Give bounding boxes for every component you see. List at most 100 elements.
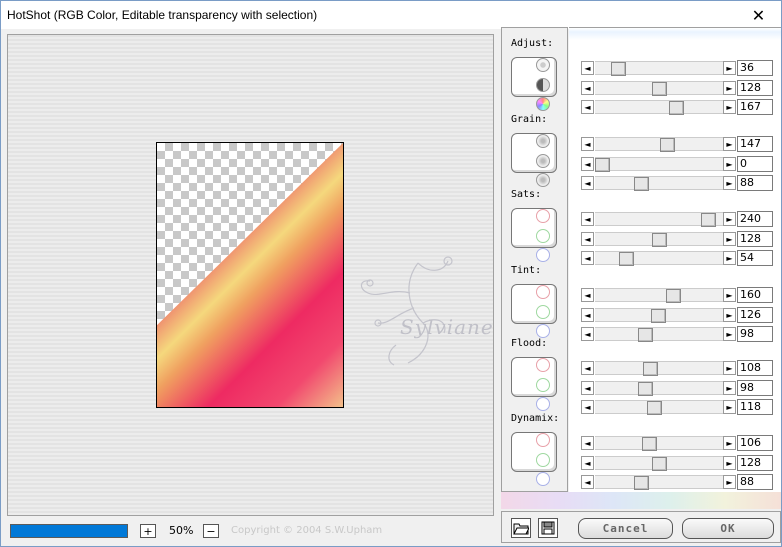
slider-thumb[interactable] <box>638 382 653 396</box>
slider-thumb[interactable] <box>666 289 681 303</box>
slider-value-field[interactable]: 147 <box>737 136 773 152</box>
slider-thumb[interactable] <box>619 252 634 266</box>
grain-icon[interactable] <box>536 173 550 187</box>
slider-value-field[interactable]: 88 <box>737 175 773 191</box>
grain-icon[interactable] <box>536 134 550 148</box>
increment-arrow-icon[interactable]: ► <box>723 251 736 265</box>
slider-value-field[interactable]: 160 <box>737 287 773 303</box>
slider-value-field[interactable]: 128 <box>737 80 773 96</box>
slider-value-field[interactable]: 54 <box>737 250 773 266</box>
decrement-arrow-icon[interactable]: ◄ <box>581 81 594 95</box>
slider-track[interactable] <box>595 456 723 471</box>
slider-track[interactable] <box>595 212 723 227</box>
slider-value-field[interactable]: 240 <box>737 211 773 227</box>
increment-arrow-icon[interactable]: ► <box>723 176 736 190</box>
slider-thumb[interactable] <box>643 362 658 376</box>
increment-arrow-icon[interactable]: ► <box>723 157 736 171</box>
slider-thumb[interactable] <box>634 476 649 490</box>
red-dot-icon[interactable] <box>536 433 550 447</box>
slider-value-field[interactable]: 36 <box>737 60 773 76</box>
slider-track[interactable] <box>595 157 723 172</box>
decrement-arrow-icon[interactable]: ◄ <box>581 400 594 414</box>
increment-arrow-icon[interactable]: ► <box>723 456 736 470</box>
open-folder-button[interactable] <box>511 518 531 538</box>
blue-dot-icon[interactable] <box>536 472 550 486</box>
decrement-arrow-icon[interactable]: ◄ <box>581 176 594 190</box>
decrement-arrow-icon[interactable]: ◄ <box>581 251 594 265</box>
slider-value-field[interactable]: 126 <box>737 307 773 323</box>
increment-arrow-icon[interactable]: ► <box>723 436 736 450</box>
slider-thumb[interactable] <box>701 213 716 227</box>
decrement-arrow-icon[interactable]: ◄ <box>581 436 594 450</box>
increment-arrow-icon[interactable]: ► <box>723 308 736 322</box>
group-reset-pad[interactable] <box>511 432 557 472</box>
save-button[interactable] <box>538 518 558 538</box>
ok-button[interactable]: OK <box>682 518 774 539</box>
slider-value-field[interactable]: 108 <box>737 360 773 376</box>
group-reset-pad[interactable] <box>511 208 557 248</box>
decrement-arrow-icon[interactable]: ◄ <box>581 381 594 395</box>
slider-track[interactable] <box>595 436 723 451</box>
slider-track[interactable] <box>595 361 723 376</box>
increment-arrow-icon[interactable]: ► <box>723 212 736 226</box>
grain-icon[interactable] <box>536 154 550 168</box>
slider-value-field[interactable]: 88 <box>737 474 773 490</box>
slider-track[interactable] <box>595 137 723 152</box>
blue-dot-icon[interactable] <box>536 248 550 262</box>
blue-dot-icon[interactable] <box>536 324 550 338</box>
decrement-arrow-icon[interactable]: ◄ <box>581 288 594 302</box>
slider-thumb[interactable] <box>638 328 653 342</box>
slider-value-field[interactable]: 167 <box>737 99 773 115</box>
decrement-arrow-icon[interactable]: ◄ <box>581 308 594 322</box>
slider-track[interactable] <box>595 327 723 342</box>
increment-arrow-icon[interactable]: ► <box>723 400 736 414</box>
decrement-arrow-icon[interactable]: ◄ <box>581 137 594 151</box>
increment-arrow-icon[interactable]: ► <box>723 232 736 246</box>
slider-track[interactable] <box>595 251 723 266</box>
slider-track[interactable] <box>595 61 723 76</box>
preview-pane[interactable]: Sylviane <box>7 34 494 516</box>
slider-track[interactable] <box>595 475 723 490</box>
red-dot-icon[interactable] <box>536 358 550 372</box>
increment-arrow-icon[interactable]: ► <box>723 100 736 114</box>
group-reset-pad[interactable] <box>511 357 557 397</box>
increment-arrow-icon[interactable]: ► <box>723 475 736 489</box>
blue-dot-icon[interactable] <box>536 397 550 411</box>
red-dot-icon[interactable] <box>536 285 550 299</box>
slider-thumb[interactable] <box>651 309 666 323</box>
decrement-arrow-icon[interactable]: ◄ <box>581 361 594 375</box>
slider-thumb[interactable] <box>669 101 684 115</box>
increment-arrow-icon[interactable]: ► <box>723 137 736 151</box>
slider-value-field[interactable]: 98 <box>737 326 773 342</box>
decrement-arrow-icon[interactable]: ◄ <box>581 327 594 341</box>
slider-track[interactable] <box>595 308 723 323</box>
decrement-arrow-icon[interactable]: ◄ <box>581 100 594 114</box>
cancel-button[interactable]: Cancel <box>578 518 673 539</box>
group-reset-pad[interactable] <box>511 133 557 173</box>
slider-track[interactable] <box>595 381 723 396</box>
slider-track[interactable] <box>595 100 723 115</box>
group-reset-pad[interactable] <box>511 284 557 324</box>
increment-arrow-icon[interactable]: ► <box>723 327 736 341</box>
slider-thumb[interactable] <box>634 177 649 191</box>
increment-arrow-icon[interactable]: ► <box>723 288 736 302</box>
slider-value-field[interactable]: 0 <box>737 156 773 172</box>
increment-arrow-icon[interactable]: ► <box>723 61 736 75</box>
green-dot-icon[interactable] <box>536 453 550 467</box>
decrement-arrow-icon[interactable]: ◄ <box>581 456 594 470</box>
green-dot-icon[interactable] <box>536 229 550 243</box>
slider-thumb[interactable] <box>652 457 667 471</box>
slider-thumb[interactable] <box>647 401 662 415</box>
increment-arrow-icon[interactable]: ► <box>723 81 736 95</box>
decrement-arrow-icon[interactable]: ◄ <box>581 157 594 171</box>
slider-value-field[interactable]: 98 <box>737 380 773 396</box>
group-reset-pad[interactable] <box>511 57 557 97</box>
decrement-arrow-icon[interactable]: ◄ <box>581 61 594 75</box>
slider-thumb[interactable] <box>595 158 610 172</box>
slider-value-field[interactable]: 106 <box>737 435 773 451</box>
slider-value-field[interactable]: 128 <box>737 455 773 471</box>
decrement-arrow-icon[interactable]: ◄ <box>581 475 594 489</box>
slider-thumb[interactable] <box>652 82 667 96</box>
zoom-in-button[interactable]: + <box>140 524 156 538</box>
slider-thumb[interactable] <box>660 138 675 152</box>
